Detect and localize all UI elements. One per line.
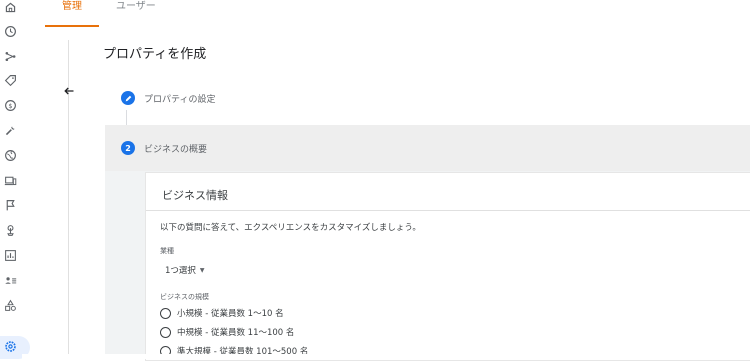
clock-icon[interactable] (3, 24, 17, 38)
bottom-edge (22, 354, 750, 359)
tool-icon[interactable] (3, 123, 17, 137)
step-property-settings[interactable]: プロパティの設定 (105, 91, 215, 105)
pencil-icon (125, 95, 131, 101)
settings-icon[interactable] (3, 339, 17, 353)
radio-label: 小規模 - 従業員数 1～10 名 (177, 309, 284, 319)
step-business-overview[interactable]: 2 ビジネスの概要 (105, 141, 207, 155)
radio-button[interactable] (160, 326, 171, 338)
step-label: ビジネスの概要 (144, 144, 208, 155)
device-icon[interactable] (3, 173, 17, 187)
card-divider (146, 210, 750, 211)
radio-label: 中規模 - 従業員数 11～100 名 (177, 328, 295, 338)
business-info-card: ビジネス情報 以下の質問に答えて、エクスペリエンスをカスタマイズしましょう。 業… (145, 172, 750, 361)
industry-select[interactable]: 1つ選択 ▼ (165, 264, 205, 276)
caret-down-icon: ▼ (199, 266, 205, 274)
left-nav-rail: $ (0, 0, 30, 359)
industry-select-value: 1つ選択 (165, 266, 196, 276)
home-icon[interactable] (3, 0, 17, 14)
size-option-small[interactable]: 小規模 - 従業員数 1～10 名 (160, 307, 284, 319)
dollar-icon[interactable]: $ (3, 98, 17, 112)
intro-text: 以下の質問に答えて、エクスペリエンスをカスタマイズしましょう。 (160, 223, 421, 233)
tag-icon[interactable] (3, 73, 17, 87)
svg-text:$: $ (8, 101, 12, 109)
business-size-label: ビジネスの規模 (160, 293, 209, 301)
top-tabs: 管理 ユーザー (45, 0, 173, 27)
step-label: プロパティの設定 (144, 94, 216, 105)
arrow-left-icon (64, 87, 74, 95)
tab-admin[interactable]: 管理 (45, 0, 99, 27)
flag-icon[interactable] (3, 198, 17, 212)
step-done-badge (121, 91, 135, 105)
branch-icon[interactable] (3, 49, 17, 63)
people-icon[interactable] (3, 273, 17, 287)
step-number-badge: 2 (121, 141, 135, 155)
tab-users[interactable]: ユーザー (99, 0, 173, 26)
industry-label: 業種 (160, 247, 174, 255)
touch-icon[interactable] (3, 223, 17, 237)
back-button[interactable] (60, 82, 78, 100)
radio-button[interactable] (160, 307, 171, 319)
size-option-medium[interactable]: 中規模 - 従業員数 11～100 名 (160, 326, 294, 338)
chart-icon[interactable] (3, 248, 17, 262)
globe-icon[interactable] (3, 148, 17, 162)
shapes-icon[interactable] (3, 298, 17, 312)
card-title: ビジネス情報 (162, 189, 228, 202)
page-title: プロパティを作成 (103, 47, 207, 62)
